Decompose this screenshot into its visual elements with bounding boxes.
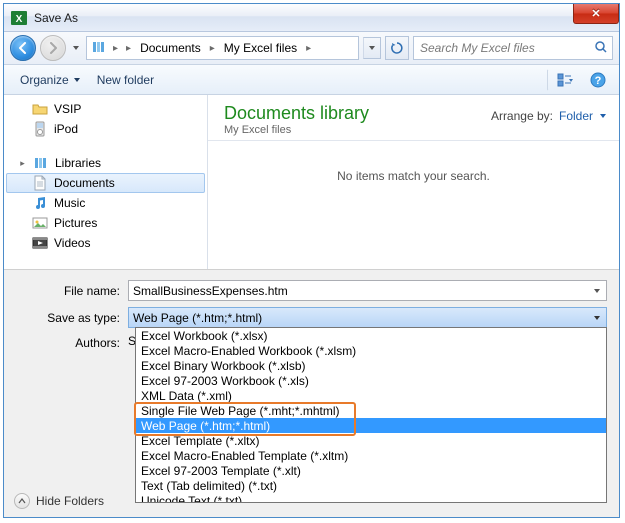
library-subheading: My Excel files [224,124,491,136]
type-option[interactable]: Excel Template (*.xltx) [136,433,606,448]
nav-toolbar: ▸ ▸ Documents ▸ My Excel files ▸ Search … [4,32,619,65]
tree-item-videos[interactable]: Videos [6,233,205,253]
chevron-down-icon[interactable] [589,310,604,325]
filename-value: SmallBusinessExpenses.htm [133,284,288,298]
empty-message: No items match your search. [337,169,490,183]
close-icon: ✕ [591,7,600,20]
tree-label: VSIP [54,102,81,116]
tree-label: Videos [54,236,90,250]
window-title: Save As [34,11,78,25]
organize-label: Organize [20,73,69,87]
hide-folders-label: Hide Folders [36,494,104,508]
new-folder-button[interactable]: New folder [89,70,162,90]
recent-locations-button[interactable] [70,44,82,52]
authors-label: Authors: [16,334,128,350]
music-icon [32,195,48,211]
type-option[interactable]: XML Data (*.xml) [136,388,606,403]
tree-label: iPod [54,122,78,136]
save-type-label: Save as type: [16,311,128,325]
arrange-by[interactable]: Arrange by: Folder [491,103,607,123]
chevron-right-icon[interactable]: ▸ [304,43,313,54]
chevron-down-icon[interactable] [589,283,604,298]
type-option-selected[interactable]: Web Page (*.htm;*.html) [136,418,606,433]
folder-icon [32,101,48,117]
address-history-button[interactable] [363,37,381,59]
type-option[interactable]: Excel Macro-Enabled Template (*.xltm) [136,448,606,463]
type-option[interactable]: Text (Tab delimited) (*.txt) [136,478,606,493]
tree-item-pictures[interactable]: Pictures [6,213,205,233]
tree-item-ipod[interactable]: iPod [6,119,205,139]
save-type-select[interactable]: Web Page (*.htm;*.html) [128,307,607,328]
tree-label: Music [54,196,85,210]
titlebar: X Save As ✕ [4,4,619,32]
svg-text:X: X [16,14,23,25]
refresh-button[interactable] [385,36,409,60]
videos-icon [32,235,48,251]
breadcrumb-documents[interactable]: Documents [137,40,204,56]
view-button[interactable] [547,69,585,91]
tree-item-libraries[interactable]: ▸ Libraries [6,153,205,173]
content-header: Documents library My Excel files Arrange… [208,95,619,141]
ipod-icon [32,121,48,137]
libraries-icon [33,155,49,171]
tree-item-music[interactable]: Music [6,193,205,213]
new-folder-label: New folder [97,73,154,87]
chevron-right-icon[interactable]: ▸ [208,43,217,54]
documents-icon [32,175,48,191]
tree-label: Libraries [55,156,101,170]
excel-icon: X [10,9,28,27]
library-heading: Documents library [224,103,491,124]
type-option[interactable]: Excel Workbook (*.xlsx) [136,328,606,343]
expand-icon[interactable]: ▸ [18,158,27,169]
search-placeholder: Search My Excel files [420,41,535,55]
forward-button[interactable] [40,35,66,61]
type-option[interactable]: Single File Web Page (*.mht;*.mhtml) [136,403,606,418]
arrange-value[interactable]: Folder [559,109,593,123]
organize-button[interactable]: Organize [12,70,89,90]
help-button[interactable]: ? [585,69,611,91]
chevron-right-icon[interactable]: ▸ [111,43,120,54]
save-as-dialog: X Save As ✕ ▸ ▸ Documents ▸ My Excel fil… [3,3,620,518]
type-option[interactable]: Excel 97-2003 Workbook (*.xls) [136,373,606,388]
save-type-dropdown[interactable]: Excel Workbook (*.xlsx) Excel Macro-Enab… [135,327,607,503]
arrange-label: Arrange by: [491,109,553,123]
command-bar: Organize New folder ? [4,65,619,95]
filename-label: File name: [16,284,128,298]
type-option[interactable]: Excel Macro-Enabled Workbook (*.xlsm) [136,343,606,358]
breadcrumb-folder[interactable]: My Excel files [221,40,300,56]
filename-input[interactable]: SmallBusinessExpenses.htm [128,280,607,301]
type-option[interactable]: Excel 97-2003 Template (*.xlt) [136,463,606,478]
tree-label: Pictures [54,216,97,230]
search-input[interactable]: Search My Excel files [413,36,613,60]
save-type-value: Web Page (*.htm;*.html) [133,311,262,325]
chevron-right-icon[interactable]: ▸ [124,43,133,54]
tree-item-documents[interactable]: Documents [6,173,205,193]
libraries-icon [91,39,107,58]
tree-label: Documents [54,176,115,190]
save-form: File name: SmallBusinessExpenses.htm Sav… [4,269,619,517]
pictures-icon [32,215,48,231]
hide-folders-button[interactable]: Hide Folders [14,493,104,509]
type-option[interactable]: Excel Binary Workbook (*.xlsb) [136,358,606,373]
back-button[interactable] [10,35,36,61]
close-button[interactable]: ✕ [573,4,619,24]
chevron-down-icon [73,76,81,84]
address-bar[interactable]: ▸ ▸ Documents ▸ My Excel files ▸ [86,36,359,60]
chevron-up-icon [14,493,30,509]
search-icon [594,40,608,57]
chevron-down-icon [599,112,607,120]
tree-item-vsip[interactable]: VSIP [6,99,205,119]
type-option[interactable]: Unicode Text (*.txt) [136,493,606,503]
svg-text:?: ? [595,75,602,87]
